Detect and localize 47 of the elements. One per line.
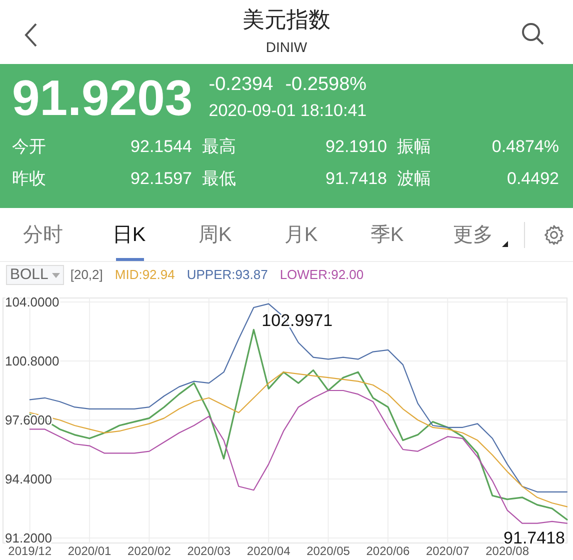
x-axis-label: 2020/04 bbox=[246, 544, 290, 558]
stat-label: 最低 bbox=[202, 168, 237, 190]
x-axis-label: 2020/05 bbox=[306, 544, 350, 558]
stat-label: 昨收 bbox=[12, 168, 47, 190]
price-change: -0.2394 bbox=[208, 73, 274, 97]
x-axis-label: 2020/01 bbox=[68, 544, 112, 558]
period-tab[interactable]: 更多 bbox=[430, 208, 516, 261]
stat-value: 0.4492 bbox=[506, 168, 560, 190]
indicator-value: UPPER:93.87 bbox=[186, 266, 268, 284]
stat-value: 92.1910 bbox=[324, 136, 388, 158]
stat-label: 最高 bbox=[202, 136, 237, 158]
period-tab[interactable]: 分时 bbox=[0, 208, 86, 261]
stat-value: 0.4874% bbox=[490, 136, 560, 158]
y-axis-label: 104.0000 bbox=[5, 294, 60, 310]
period-tab[interactable]: 月K bbox=[258, 208, 344, 261]
x-axis-label: 2020/02 bbox=[128, 544, 171, 558]
stat-label: 今开 bbox=[12, 136, 47, 158]
indicator-dropdown[interactable]: BOLL bbox=[6, 265, 64, 285]
symbol-code: DINIW bbox=[266, 38, 308, 58]
page-title: 美元指数 bbox=[242, 6, 330, 34]
last-price: 91.9203 bbox=[12, 73, 193, 123]
stat-label: 振幅 bbox=[397, 136, 432, 158]
quote-time: 2020-09-01 18:10:41 bbox=[208, 100, 367, 122]
x-axis-label: 2020/07 bbox=[426, 544, 470, 558]
period-tab[interactable]: 日K bbox=[86, 208, 172, 261]
settings-icon[interactable] bbox=[543, 224, 565, 246]
stat-value: 92.1544 bbox=[130, 136, 193, 158]
y-axis-label: 100.8000 bbox=[5, 354, 60, 368]
percent-change: -0.2598% bbox=[285, 73, 367, 97]
y-axis-label: 91.2000 bbox=[5, 530, 52, 546]
caret-icon bbox=[502, 241, 508, 247]
period-tab[interactable]: 周K bbox=[172, 208, 258, 261]
indicator-value: LOWER:92.00 bbox=[280, 266, 364, 284]
x-axis-label: 2019/12 bbox=[8, 544, 52, 558]
y-axis-label: 94.4000 bbox=[5, 472, 52, 486]
period-tab[interactable]: 季K bbox=[344, 208, 430, 261]
caret-icon bbox=[52, 272, 60, 278]
search-icon[interactable] bbox=[521, 22, 545, 46]
x-axis-label: 2020/06 bbox=[366, 544, 410, 558]
back-icon[interactable] bbox=[24, 22, 38, 48]
stat-value: 91.7418 bbox=[324, 168, 388, 190]
x-axis-label: 2020/08 bbox=[486, 544, 530, 558]
indicator-value: MID:92.94 bbox=[114, 266, 175, 284]
indicator-params: [20,2] bbox=[70, 266, 103, 284]
stat-value: 92.1597 bbox=[130, 168, 193, 190]
stat-label: 波幅 bbox=[397, 168, 432, 190]
x-axis-label: 2020/03 bbox=[187, 544, 231, 558]
